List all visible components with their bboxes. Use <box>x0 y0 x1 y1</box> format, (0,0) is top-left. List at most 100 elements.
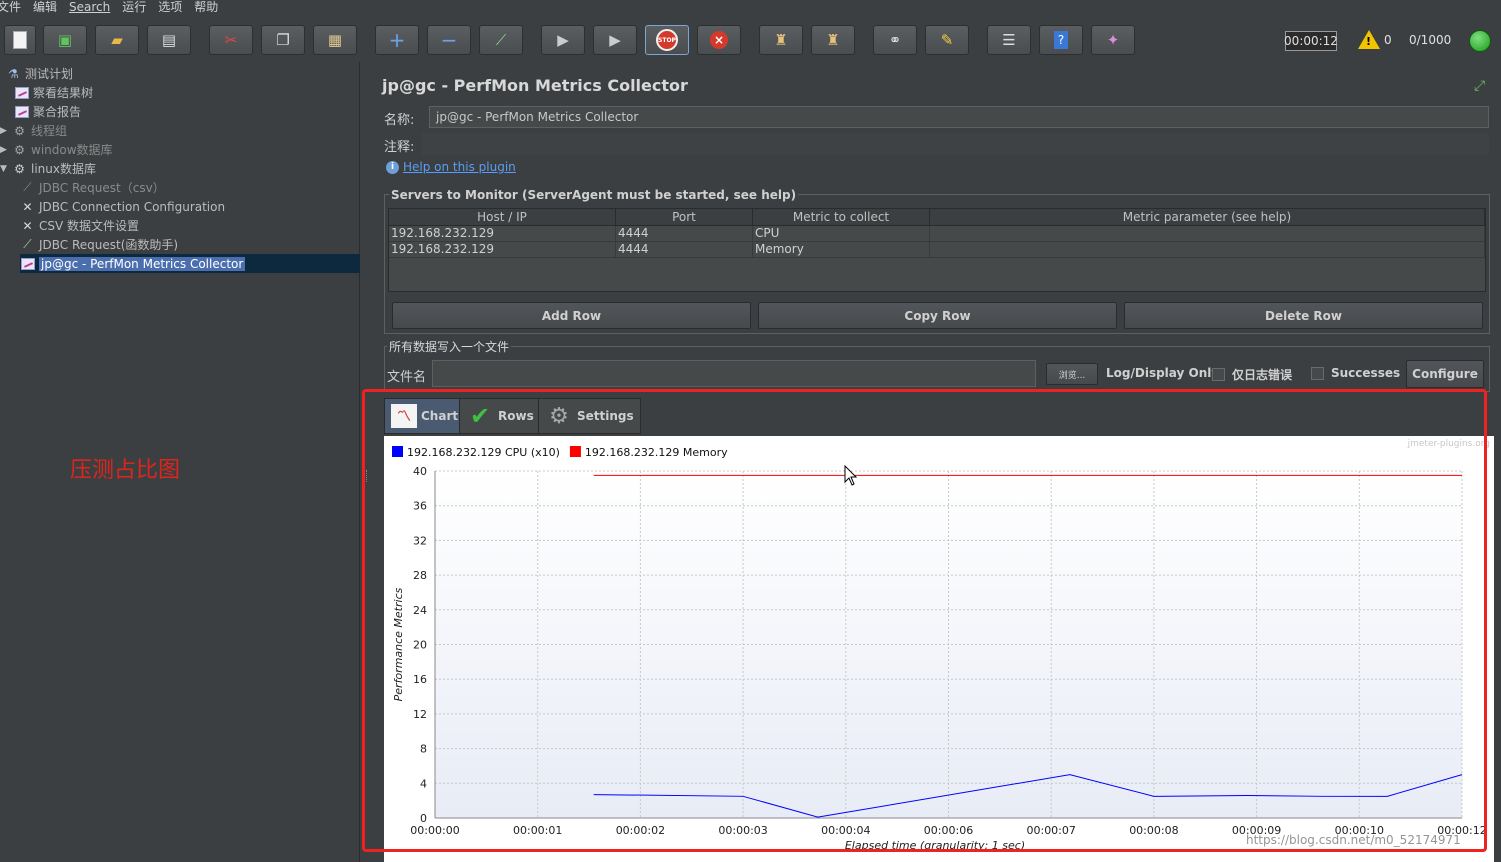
cell-metric-param[interactable] <box>930 242 1485 257</box>
tree-item-jdbc-request-csv[interactable]: ⟋ JDBC Request（csv） <box>20 178 164 197</box>
table-row[interactable]: 192.168.232.129 4444 CPU <box>389 226 1485 242</box>
servers-table[interactable]: Host / IP Port Metric to collect Metric … <box>388 208 1486 292</box>
column-header-metric-param[interactable]: Metric parameter (see help) <box>930 209 1485 225</box>
stop-button[interactable]: STOP <box>645 25 689 55</box>
tree-item-label: jp@gc - PerfMon Metrics Collector <box>39 256 246 271</box>
collapse-all-button[interactable]: − <box>427 25 471 55</box>
new-button[interactable] <box>4 25 36 55</box>
binoculars-icon: ⚭ <box>888 31 902 49</box>
paste-button[interactable]: ▦ <box>313 25 357 55</box>
save-button[interactable]: ▤ <box>147 25 191 55</box>
search-button[interactable]: ⚭ <box>873 25 917 55</box>
checkbox-icon[interactable] <box>1311 366 1324 380</box>
cell-host[interactable]: 192.168.232.129 <box>389 226 616 241</box>
tree-item-jdbc-connection-config[interactable]: ✕ JDBC Connection Configuration <box>20 197 225 216</box>
help-button[interactable]: ? <box>1039 25 1083 55</box>
expand-all-button[interactable]: + <box>375 25 419 55</box>
tree-item-window-db[interactable]: ▶ ⚙ window数据库 <box>0 140 113 159</box>
copy-button[interactable]: ❐ <box>261 25 305 55</box>
configure-button[interactable]: Configure <box>1406 360 1484 388</box>
maximize-icon[interactable]: ⤢ <box>1474 78 1485 94</box>
remote-start-button[interactable]: ✦ <box>1091 25 1135 55</box>
tree-item-label: 线程组 <box>31 124 68 138</box>
tree-item-linux-db[interactable]: ▼ ⚙ linux数据库 <box>0 159 96 178</box>
name-field[interactable]: jp@gc - PerfMon Metrics Collector <box>429 106 1489 128</box>
warning-mark: ! <box>1366 35 1372 48</box>
split-pane-divider[interactable] <box>364 470 367 482</box>
tree-item-thread-group[interactable]: ▶ ⚙ 线程组 <box>0 121 68 140</box>
tree-item-view-results-tree[interactable]: 察看结果树 <box>14 83 93 102</box>
menu-bar: 文件 编辑 Search 运行 选项 帮助 <box>0 0 1501 14</box>
function-helper-button[interactable]: ☰ <box>987 25 1031 55</box>
tree-item-test-plan[interactable]: ⚗ 测试计划 <box>6 64 73 83</box>
y-tick-label: 32 <box>413 534 427 547</box>
tree-item-jdbc-request-function[interactable]: ⟋ JDBC Request(函数助手) <box>20 235 178 254</box>
successes-checkbox[interactable]: Successes <box>1311 366 1400 380</box>
delete-row-button[interactable]: Delete Row <box>1124 302 1483 329</box>
warning-count: 0 <box>1384 33 1392 47</box>
cut-button[interactable]: ✂ <box>209 25 253 55</box>
column-header-metric[interactable]: Metric to collect <box>753 209 930 225</box>
collapse-arrow-icon[interactable]: ▼ <box>0 164 7 174</box>
help-link[interactable]: Help on this plugin <box>403 160 516 174</box>
errors-only-checkbox[interactable]: 仅日志错误 <box>1212 366 1292 383</box>
expand-arrow-icon[interactable]: ▶ <box>0 145 7 155</box>
clear-all-button[interactable]: ♜ <box>811 25 855 55</box>
table-header: Host / IP Port Metric to collect Metric … <box>389 209 1485 226</box>
tree-item-csv-data-set[interactable]: ✕ CSV 数据文件设置 <box>20 216 139 235</box>
comment-field[interactable] <box>422 133 1489 155</box>
copy-row-button[interactable]: Copy Row <box>758 302 1117 329</box>
y-tick-label: 8 <box>420 743 427 756</box>
y-tick-label: 40 <box>413 465 427 478</box>
menu-run[interactable]: 运行 <box>122 0 146 14</box>
column-header-port[interactable]: Port <box>616 209 753 225</box>
tab-label: Rows <box>498 409 534 423</box>
y-tick-label: 28 <box>413 569 427 582</box>
reset-search-button[interactable]: ✎ <box>925 25 969 55</box>
menu-options[interactable]: 选项 <box>158 0 182 14</box>
tree-item-perfmon-collector[interactable]: jp@gc - PerfMon Metrics Collector <box>20 254 360 273</box>
cell-port[interactable]: 4444 <box>616 242 753 257</box>
menu-search[interactable]: Search <box>69 0 110 14</box>
tree-item-label: 测试计划 <box>25 67 74 81</box>
successes-label: Successes <box>1331 366 1401 380</box>
table-row[interactable]: 192.168.232.129 4444 Memory <box>389 242 1485 258</box>
x-axis-label: Elapsed time (granularity: 1 sec) <box>845 839 1025 852</box>
tab-chart[interactable]: 〽 Chart <box>384 398 466 434</box>
tree-item-label: 察看结果树 <box>33 86 94 100</box>
templates-icon: ▣ <box>57 31 73 49</box>
menu-file[interactable]: 文件 <box>0 0 21 14</box>
open-button[interactable]: ▰ <box>95 25 139 55</box>
cell-metric-param[interactable] <box>930 226 1485 241</box>
cell-metric[interactable]: CPU <box>753 226 930 241</box>
legend-label: 192.168.232.129 CPU (x10) <box>407 446 560 459</box>
cell-host[interactable]: 192.168.232.129 <box>389 242 616 257</box>
cell-metric[interactable]: Memory <box>753 242 930 257</box>
checkbox-icon[interactable] <box>1212 368 1225 381</box>
y-tick-label: 36 <box>413 500 427 513</box>
start-no-pauses-button[interactable]: ▶ <box>593 25 637 55</box>
perfmon-chart[interactable]: 0 4 8 12 16 20 24 28 32 36 40 00:00:00 00:00:01 00:00… <box>384 436 1494 862</box>
filename-field[interactable] <box>432 360 1036 387</box>
annotation-label: 压测占比图 <box>70 458 181 483</box>
pipette-icon: ⟋ <box>23 180 32 194</box>
clear-button[interactable]: ♜ <box>759 25 803 55</box>
tab-settings[interactable]: ⚙ Settings <box>538 398 641 434</box>
shutdown-button[interactable]: × <box>697 25 741 55</box>
add-row-button[interactable]: Add Row <box>392 302 751 329</box>
gear-icon: ⚙ <box>14 123 25 138</box>
tab-rows[interactable]: ✔ Rows <box>459 398 541 434</box>
expand-arrow-icon[interactable]: ▶ <box>0 126 7 136</box>
y-tick-label: 20 <box>413 639 427 652</box>
cell-port[interactable]: 4444 <box>616 226 753 241</box>
tree-item-aggregate-report[interactable]: 聚合报告 <box>14 102 81 121</box>
column-header-host[interactable]: Host / IP <box>389 209 616 225</box>
start-button[interactable]: ▶ <box>541 25 585 55</box>
menu-help[interactable]: 帮助 <box>194 0 218 14</box>
templates-button[interactable]: ▣ <box>43 25 87 55</box>
toggle-button[interactable]: ⟋ <box>479 25 523 55</box>
browse-button[interactable]: 浏览... <box>1046 363 1098 385</box>
menu-edit[interactable]: 编辑 <box>33 0 57 14</box>
graph-icon <box>14 85 29 100</box>
elapsed-timer: 00:00:12 <box>1284 31 1338 51</box>
